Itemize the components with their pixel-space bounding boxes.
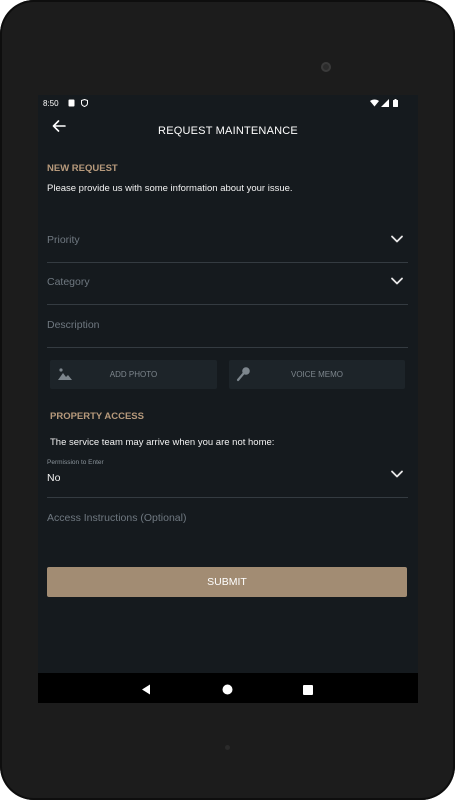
access-info-text: The service team may arrive when you are…: [50, 437, 275, 448]
app-screen: 8:50 REQUEST MAINTENANCE NEW REQUEST Ple…: [38, 95, 418, 703]
nav-home-button[interactable]: [222, 682, 233, 700]
chevron-down-icon: [391, 235, 403, 243]
add-photo-button[interactable]: ADD PHOTO: [50, 360, 217, 389]
notification-icon: [68, 99, 75, 109]
add-photo-label: ADD PHOTO: [109, 370, 158, 379]
permission-value: No: [47, 472, 61, 484]
permission-label: Permission to Enter: [47, 459, 104, 466]
chevron-down-icon: [391, 277, 403, 285]
battery-icon: [393, 99, 398, 109]
page-title: REQUEST MAINTENANCE: [158, 125, 298, 137]
access-instructions-input[interactable]: Access Instructions (Optional): [47, 499, 408, 541]
property-access-heading: PROPERTY ACCESS: [50, 411, 144, 422]
intro-text: Please provide us with some information …: [47, 183, 293, 194]
priority-dropdown[interactable]: Priority: [47, 221, 408, 263]
new-request-heading: NEW REQUEST: [47, 163, 118, 174]
system-nav-bar: [38, 673, 418, 703]
status-time: 8:50: [43, 99, 59, 108]
description-placeholder: Description: [47, 319, 100, 331]
voice-memo-button[interactable]: VOICE MEMO: [229, 360, 405, 389]
chevron-down-icon: [391, 470, 403, 478]
category-placeholder: Category: [47, 276, 90, 288]
access-instructions-placeholder: Access Instructions (Optional): [47, 512, 187, 524]
description-input[interactable]: Description: [47, 305, 408, 348]
wifi-icon: [370, 99, 379, 109]
permission-dropdown[interactable]: Permission to Enter No: [47, 456, 408, 498]
sensor-dot: [225, 745, 230, 750]
nav-recents-button[interactable]: [303, 682, 313, 700]
circle-home-icon: [222, 684, 233, 695]
status-bar: 8:50: [38, 95, 418, 111]
category-dropdown[interactable]: Category: [47, 263, 408, 305]
triangle-back-icon: [142, 684, 150, 695]
priority-placeholder: Priority: [47, 234, 80, 246]
shield-icon: [81, 98, 88, 109]
signal-icon: [381, 99, 389, 109]
nav-back-button[interactable]: [141, 682, 151, 700]
voice-memo-label: VOICE MEMO: [290, 370, 343, 379]
front-camera: [321, 62, 331, 72]
tablet-frame: 8:50 REQUEST MAINTENANCE NEW REQUEST Ple…: [0, 0, 455, 800]
submit-button[interactable]: SUBMIT: [47, 567, 407, 597]
square-recents-icon: [303, 685, 313, 695]
app-bar: REQUEST MAINTENANCE: [38, 111, 418, 151]
